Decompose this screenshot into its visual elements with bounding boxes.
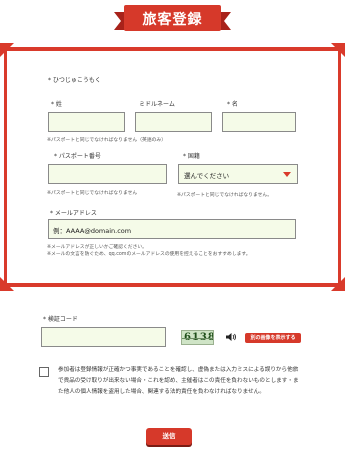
email-value: 例：AAAA@domain.com: [53, 227, 132, 235]
nationality-note: ※パスポートと同じでなければなりません。: [177, 193, 273, 198]
passport-label: * パスポート番号: [54, 153, 101, 160]
speaker-icon[interactable]: [225, 331, 237, 343]
passport-note: ※パスポートと同じでなければなりません: [47, 191, 138, 196]
furigana-label: * ひつじゅこうもく: [48, 77, 101, 84]
last-name-input[interactable]: [48, 112, 125, 132]
first-name-label: * 名: [227, 101, 238, 108]
name-note: ※パスポートと同じでなければなりません（英語のみ）: [47, 138, 167, 143]
email-label: * メールアドレス: [50, 210, 97, 217]
passport-input[interactable]: [48, 164, 167, 184]
verification-input[interactable]: [41, 327, 166, 347]
middle-name-label: ミドルネーム: [139, 101, 175, 108]
email-note-2: ※メールの文言を防ぐため、qq.comのメールアドレスの使用を控えることをおすす…: [47, 252, 251, 257]
captcha-image: 6138: [181, 330, 214, 345]
page-title: 旅客登録: [142, 12, 203, 28]
verification-label: * 検証コード: [43, 316, 78, 323]
middle-name-input[interactable]: [135, 112, 212, 132]
email-input[interactable]: 例：AAAA@domain.com: [48, 219, 296, 239]
header-ribbon: 旅客登録: [114, 3, 231, 33]
refresh-captcha-button[interactable]: 別の画像を表示する: [245, 333, 301, 343]
agreement-text: 参加者は登録情報が正確かつ事実であることを確認し、虚偽または入力ミスによる誤りか…: [58, 367, 299, 395]
nationality-selected: 選んでください: [184, 172, 230, 180]
nationality-select[interactable]: 選んでください: [178, 164, 298, 184]
dropdown-arrow-icon: [283, 172, 291, 177]
nationality-label: * 国籍: [183, 153, 200, 160]
submit-button[interactable]: 送信: [146, 428, 192, 445]
first-name-input[interactable]: [222, 112, 296, 132]
agreement-checkbox[interactable]: [39, 367, 49, 377]
last-name-label: * 姓: [51, 101, 62, 108]
